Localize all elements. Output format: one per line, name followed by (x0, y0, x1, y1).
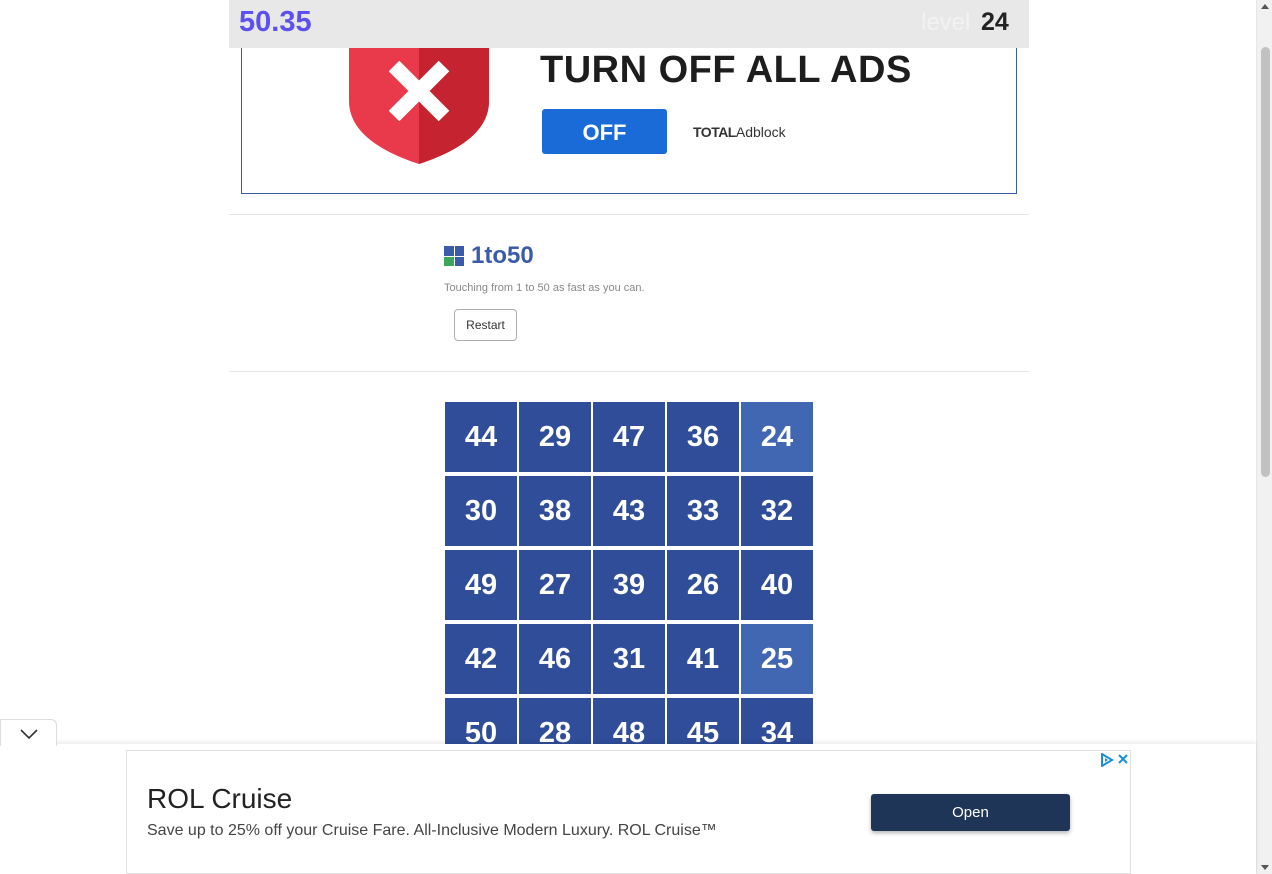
number-tile[interactable]: 49 (445, 550, 517, 620)
number-tile[interactable]: 45 (667, 698, 739, 745)
ad-brand-bold: TOTAL (693, 124, 736, 140)
collapse-ad-button[interactable] (0, 719, 57, 746)
number-tile[interactable]: 26 (667, 550, 739, 620)
ad-off-button[interactable]: OFF (542, 109, 667, 154)
game-title: 1to50 (471, 242, 534, 269)
number-tile[interactable]: 25 (741, 624, 813, 694)
adchoices-icon[interactable] (1100, 753, 1114, 767)
ad-title[interactable]: ROL Cruise (147, 783, 292, 815)
number-tile[interactable]: 33 (667, 476, 739, 546)
close-icon[interactable] (1117, 753, 1129, 765)
number-tile[interactable]: 44 (445, 402, 517, 472)
number-tile[interactable]: 30 (445, 476, 517, 546)
number-tile[interactable]: 29 (519, 402, 591, 472)
timer: 50.35 (239, 6, 312, 38)
chevron-down-icon (20, 729, 38, 739)
number-tile[interactable]: 41 (667, 624, 739, 694)
ad-description: Save up to 25% off your Cruise Fare. All… (147, 822, 717, 839)
number-tile[interactable]: 36 (667, 402, 739, 472)
number-tile[interactable]: 50 (445, 698, 517, 745)
scroll-down-arrow-icon[interactable] (1261, 865, 1269, 870)
number-tile[interactable]: 42 (445, 624, 517, 694)
number-tile[interactable]: 39 (593, 550, 665, 620)
level-value: 24 (981, 8, 1009, 36)
number-tile[interactable]: 28 (519, 698, 591, 745)
scroll-up-arrow-icon[interactable] (1261, 4, 1269, 9)
icon-quad-1 (444, 246, 454, 256)
number-tile[interactable]: 24 (741, 402, 813, 472)
restart-button[interactable]: Restart (454, 309, 517, 341)
number-tile[interactable]: 34 (741, 698, 813, 745)
page-scrollbar[interactable] (1256, 0, 1272, 874)
ad-brand: TOTALAdblock (693, 124, 786, 140)
number-tile[interactable]: 32 (741, 476, 813, 546)
number-tile[interactable]: 47 (593, 402, 665, 472)
divider (229, 371, 1029, 372)
number-tile[interactable]: 27 (519, 550, 591, 620)
icon-quad-2 (454, 246, 464, 256)
number-tile[interactable]: 43 (593, 476, 665, 546)
number-tile[interactable]: 38 (519, 476, 591, 546)
grid-app-icon (444, 246, 464, 266)
divider (229, 214, 1029, 215)
icon-quad-4 (454, 256, 464, 266)
ad-headline: TURN OFF ALL ADS (540, 49, 912, 91)
number-board: 44 29 47 36 24 30 38 43 33 32 49 27 39 26 40 42 46 31 41 25… (444, 401, 814, 745)
number-tile[interactable]: 48 (593, 698, 665, 745)
number-tile[interactable]: 46 (519, 624, 591, 694)
game-subtitle: Touching from 1 to 50 as fast as you can… (444, 282, 645, 294)
scroll-thumb[interactable] (1261, 47, 1270, 477)
number-tile[interactable]: 31 (593, 624, 665, 694)
ad-brand-rest: Adblock (735, 124, 786, 140)
status-bar: 50.35 level 24 (229, 0, 1029, 48)
icon-quad-3 (444, 256, 454, 266)
level-label: level (921, 9, 971, 36)
number-tile[interactable]: 40 (741, 550, 813, 620)
ad-open-button[interactable]: Open (871, 794, 1070, 831)
bottom-ad[interactable]: ROL Cruise Save up to 25% off your Cruis… (126, 750, 1131, 874)
